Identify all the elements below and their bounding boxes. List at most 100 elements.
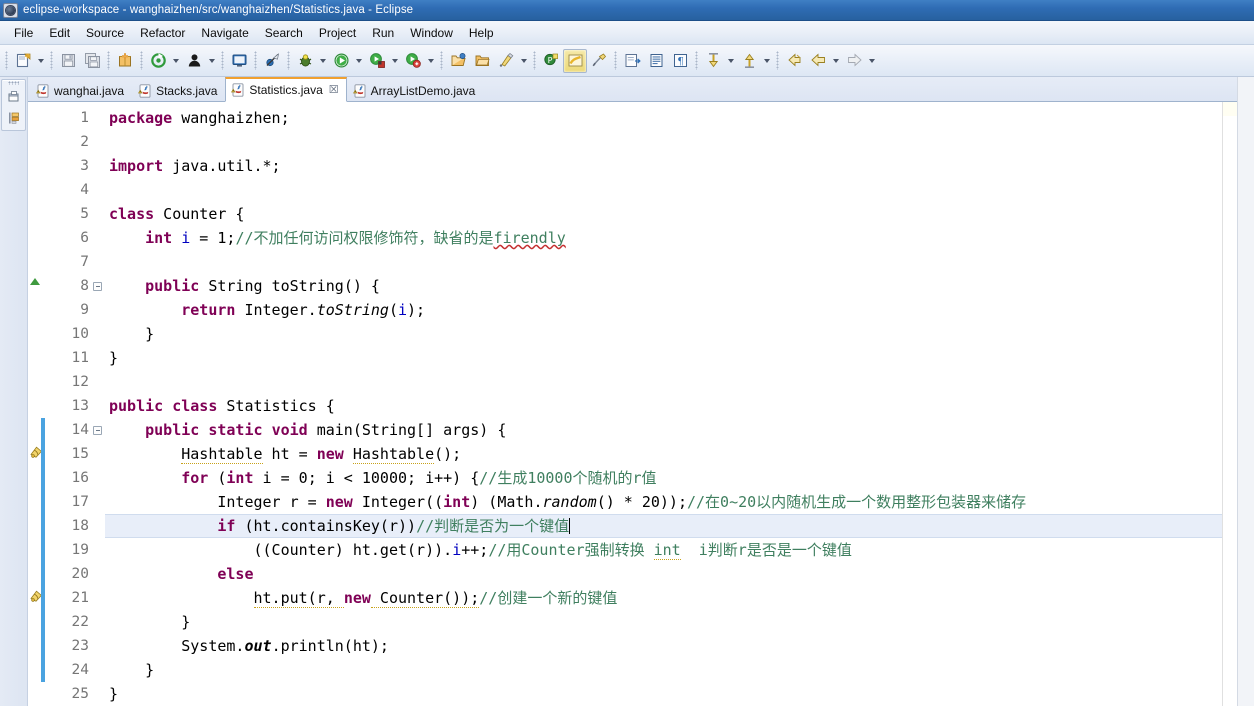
code-line[interactable]: } [105, 322, 1222, 346]
code-line[interactable]: } [105, 610, 1222, 634]
restore-perspective-icon[interactable] [4, 87, 23, 106]
back-arrow-icon[interactable] [806, 49, 830, 73]
code-line[interactable]: } [105, 658, 1222, 682]
run-coverage-icon[interactable] [365, 49, 389, 73]
skip-breakpoints-icon[interactable] [260, 49, 284, 73]
code-line[interactable]: class Counter { [105, 202, 1222, 226]
open-task-icon[interactable] [470, 49, 494, 73]
chevron-down-icon[interactable] [353, 50, 365, 72]
code-line[interactable]: ht.put(r, new Counter());//创建一个新的键值 [105, 586, 1222, 610]
line-number: 6 [80, 230, 89, 246]
menu-help[interactable]: Help [461, 24, 502, 42]
forward-arrow-icon[interactable] [842, 49, 866, 73]
new-java-package-icon[interactable] [113, 49, 137, 73]
editor-tab-stacks-java[interactable]: Stacks.java [132, 79, 225, 102]
fold-collapse-icon[interactable] [93, 282, 102, 291]
fold-slot [92, 178, 105, 202]
chevron-down-icon[interactable] [761, 50, 773, 72]
menu-file[interactable]: File [6, 24, 41, 42]
overview-ruler[interactable] [1222, 102, 1237, 706]
chevron-down-icon[interactable] [317, 50, 329, 72]
menu-window[interactable]: Window [402, 24, 461, 42]
chevron-down-icon[interactable] [518, 50, 530, 72]
build-all-icon[interactable] [146, 49, 170, 73]
menu-navigate[interactable]: Navigate [193, 24, 256, 42]
next-edit-icon[interactable] [737, 49, 761, 73]
save-icon[interactable] [56, 49, 80, 73]
editor-tab-arraylistdemo-java[interactable]: ArrayListDemo.java [347, 79, 484, 102]
next-annotation-icon[interactable] [620, 49, 644, 73]
code-line[interactable]: public class Statistics { [105, 394, 1222, 418]
code-line[interactable] [105, 130, 1222, 154]
perspective-switcher [1, 79, 26, 131]
chevron-down-icon[interactable] [866, 50, 878, 72]
menu-run[interactable]: Run [364, 24, 402, 42]
editor-tab-wanghai-java[interactable]: wanghai.java [30, 79, 132, 102]
chevron-down-icon[interactable] [35, 50, 47, 72]
code-line[interactable]: } [105, 346, 1222, 370]
override-method-icon[interactable] [30, 278, 40, 285]
annotation-marker-ruler[interactable] [28, 102, 45, 706]
java-editor[interactable]: 1 2 3 4 5 6 7 8 9 10 11 12 13 14 15 16 17 18 19 20 21 22 23 24 2… [28, 102, 1237, 706]
code-text-area[interactable]: package wanghaizhen; import java.util.*; c… [105, 102, 1222, 706]
pilcrow-icon[interactable]: ¶ [668, 49, 692, 73]
code-line[interactable] [105, 370, 1222, 394]
search-icon[interactable] [494, 49, 518, 73]
code-line[interactable]: public static void main(String[] args) { [105, 418, 1222, 442]
debug-bug-icon[interactable] [293, 49, 317, 73]
run-icon[interactable] [329, 49, 353, 73]
code-line[interactable]: package wanghaizhen; [105, 106, 1222, 130]
new-annotation-icon[interactable]: P [539, 49, 563, 73]
code-line[interactable]: else [105, 562, 1222, 586]
code-line[interactable]: ((Counter) ht.get(r)).i++;//用Counter强制转换… [105, 538, 1222, 562]
new-wizard-icon[interactable] [11, 49, 35, 73]
save-all-icon[interactable] [80, 49, 104, 73]
code-line[interactable]: return Integer.toString(i); [105, 298, 1222, 322]
code-line[interactable]: System.out.println(ht); [105, 634, 1222, 658]
menu-search[interactable]: Search [257, 24, 311, 42]
java-file-warning-icon [138, 84, 152, 98]
show-whitespace-icon[interactable] [644, 49, 668, 73]
run-external-tools-icon[interactable] [401, 49, 425, 73]
chevron-down-icon[interactable] [170, 50, 182, 72]
link-editor-icon[interactable] [587, 49, 611, 73]
code-line[interactable]: public String toString() { [105, 274, 1222, 298]
editor-tab-statistics-java[interactable]: Statistics.java ☒ [225, 77, 347, 102]
previous-edit-icon[interactable] [701, 49, 725, 73]
menu-project[interactable]: Project [311, 24, 364, 42]
chevron-down-icon[interactable] [389, 50, 401, 72]
toggle-mark-occurrences-icon[interactable] [563, 48, 587, 73]
back-history-icon[interactable] [782, 49, 806, 73]
console-icon[interactable] [227, 49, 251, 73]
code-line[interactable]: int i = 1;//不加任何访问权限修饰符，缺省的是firendly [105, 226, 1222, 250]
code-token: int [145, 229, 173, 247]
code-line[interactable] [105, 178, 1222, 202]
menu-edit[interactable]: Edit [41, 24, 78, 42]
drag-handle-dots[interactable] [8, 81, 19, 85]
debug-person-icon[interactable] [182, 49, 206, 73]
fold-collapse-icon[interactable] [93, 426, 102, 435]
menu-source[interactable]: Source [78, 24, 132, 42]
folding-ruler[interactable] [92, 102, 105, 706]
code-line[interactable]: Integer r = new Integer((int) (Math.rand… [105, 490, 1222, 514]
close-icon[interactable]: ☒ [329, 84, 339, 96]
open-type-icon[interactable] [446, 49, 470, 73]
code-line[interactable]: import java.util.*; [105, 154, 1222, 178]
editor-vertical-scrollbar[interactable] [1237, 77, 1254, 706]
chevron-down-icon[interactable] [425, 50, 437, 72]
code-line[interactable]: for (int i = 0; i < 10000; i++) {//生成100… [105, 466, 1222, 490]
code-token: ) (Math. [470, 493, 543, 511]
code-token: //在0~20以内随机生成一个数用整形包装器来储存 [687, 493, 1027, 511]
menu-refactor[interactable]: Refactor [132, 24, 193, 42]
chevron-down-icon[interactable] [830, 50, 842, 72]
chevron-down-icon[interactable] [206, 50, 218, 72]
code-line[interactable]: } [105, 682, 1222, 706]
code-line[interactable]: Hashtable ht = new Hashtable(); [105, 442, 1222, 466]
package-explorer-icon[interactable] [4, 108, 23, 127]
chevron-down-icon[interactable] [725, 50, 737, 72]
code-line[interactable]: if (ht.containsKey(r))//判断是否为一个键值 [105, 514, 1222, 538]
code-line[interactable] [105, 250, 1222, 274]
